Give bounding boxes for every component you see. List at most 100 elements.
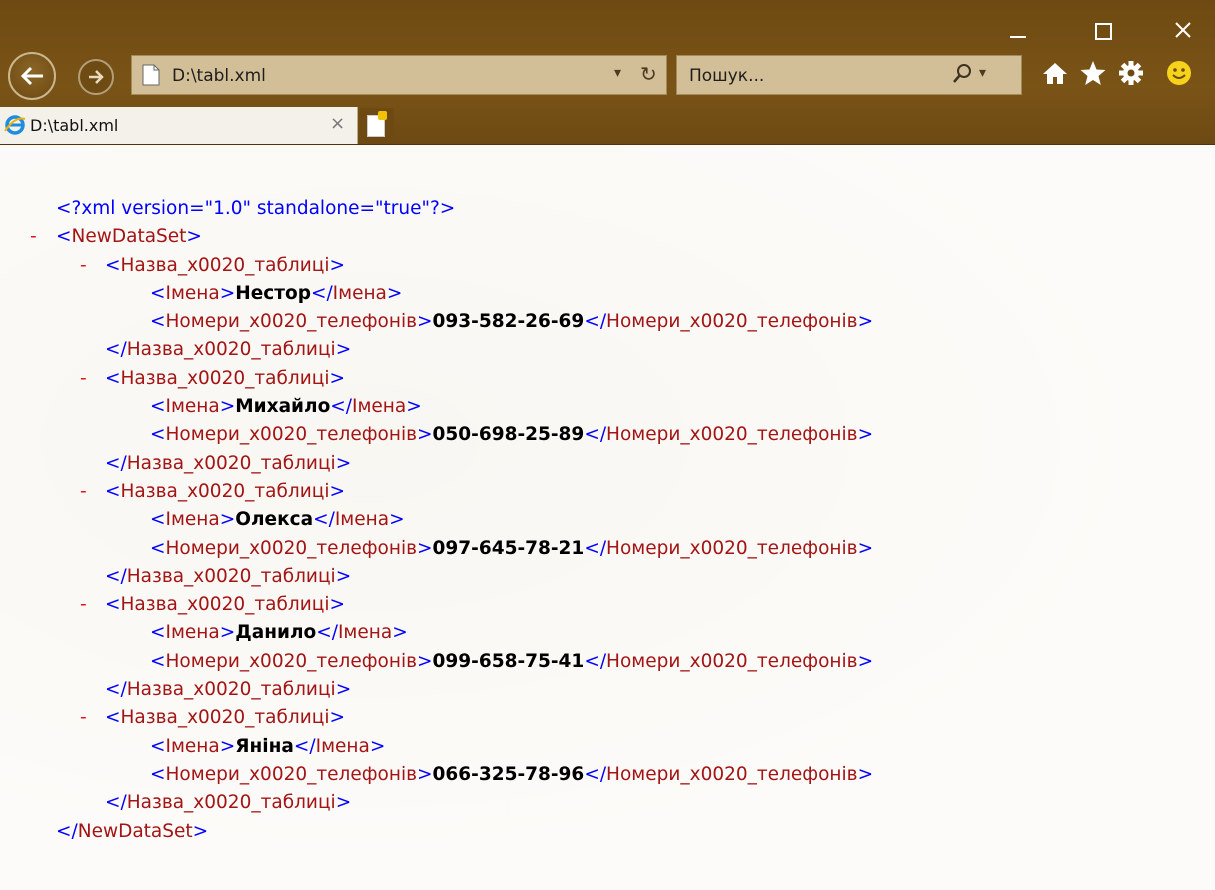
record-close-line: </Назва_x0020_таблиці> <box>105 565 352 587</box>
phone-value: 099-658-75-41 <box>432 650 585 672</box>
phone-tag-name: Номери_x0020_телефонів <box>165 537 418 559</box>
forward-button[interactable] <box>78 59 114 95</box>
address-dropdown-icon[interactable]: ▾ <box>614 65 621 81</box>
search-box[interactable]: Пошук... ▾ <box>676 55 1022 95</box>
maximize-icon <box>1094 23 1112 40</box>
search-placeholder[interactable]: Пошук... <box>689 66 764 86</box>
close-icon <box>1175 22 1191 38</box>
record-open-line: - <Назва_x0020_таблиці> <box>0 704 1215 732</box>
record-open-line: - <Назва_x0020_таблиці> <box>0 365 1215 393</box>
name-tag-name: Імена <box>315 735 370 757</box>
close-tab-icon[interactable]: × <box>330 113 345 134</box>
xml-declaration-line: <?xml version="1.0" standalone="true"?> <box>0 195 1215 223</box>
name-value: Олекса <box>235 509 314 531</box>
phone-tag-name: Номери_x0020_телефонів <box>165 763 418 785</box>
collapse-toggle[interactable]: - <box>80 478 87 506</box>
row-tag-name: Назва_x0020_таблиці <box>126 565 336 587</box>
row-tag-name: Назва_x0020_таблиці <box>120 367 330 389</box>
name-line: <Імена>Нестор</Імена> <box>150 282 403 304</box>
row-tag-name: Назва_x0020_таблиці <box>126 339 336 361</box>
name-tag-name: Імена <box>334 509 390 531</box>
phone-line: <Номери_x0020_телефонів>097-645-78-21</Н… <box>150 537 874 559</box>
name-tag-name: Імена <box>165 396 220 418</box>
phone-tag-name: Номери_x0020_телефонів <box>165 311 418 333</box>
collapse-toggle[interactable]: - <box>80 704 87 732</box>
minimize-icon <box>1010 36 1026 38</box>
browser-chrome: D:\tabl.xml ▾ ↻ Пошук... ▾ D:\tabl.xml × <box>0 0 1215 145</box>
phone-tag-name: Номери_x0020_телефонів <box>606 650 858 672</box>
collapse-toggle[interactable]: - <box>80 252 87 280</box>
row-tag-name: Назва_x0020_таблиці <box>120 594 330 616</box>
phone-line: <Номери_x0020_телефонів>066-325-78-96</Н… <box>150 763 874 785</box>
phone-tag-name: Номери_x0020_телефонів <box>165 650 418 672</box>
phone-tag-name: Номери_x0020_телефонів <box>606 424 858 446</box>
collapse-toggle[interactable]: - <box>30 223 37 251</box>
star-icon[interactable] <box>1078 58 1108 88</box>
phone-line: <Номери_x0020_телефонів>093-582-26-69</Н… <box>150 311 874 333</box>
name-line: <Імена>Олекса</Імена> <box>150 509 405 531</box>
name-tag-name: Імена <box>165 735 220 757</box>
name-tag-name: Імена <box>165 622 220 644</box>
record-open-line: - <Назва_x0020_таблиці> <box>0 591 1215 619</box>
back-arrow-icon <box>20 66 43 86</box>
name-value: Данило <box>235 622 317 644</box>
new-tab-spark-icon <box>378 111 387 120</box>
new-tab-button[interactable] <box>360 108 394 142</box>
name-value: Михайло <box>235 396 331 418</box>
search-dropdown-icon[interactable]: ▾ <box>979 65 986 81</box>
smiley-icon[interactable] <box>1164 58 1194 88</box>
browser-window: D:\tabl.xml ▾ ↻ Пошук... ▾ D:\tabl.xml ×… <box>0 0 1215 890</box>
phone-value: 093-582-26-69 <box>432 311 585 333</box>
collapse-toggle[interactable]: - <box>80 591 87 619</box>
minimize-button[interactable] <box>995 14 1041 46</box>
back-button[interactable] <box>8 52 56 100</box>
gear-icon[interactable] <box>1116 58 1146 88</box>
root-open-line: - <NewDataSet> <box>0 223 1215 251</box>
record-close-line: </Назва_x0020_таблиці> <box>105 679 352 701</box>
maximize-button[interactable] <box>1080 14 1126 46</box>
home-icon[interactable] <box>1040 58 1070 88</box>
phone-tag-name: Номери_x0020_телефонів <box>606 311 858 333</box>
xml-document: <?xml version="1.0" standalone="true"?> … <box>0 145 1215 890</box>
root-tag-name: NewDataSet <box>77 820 193 842</box>
name-tag-name: Імена <box>165 282 220 304</box>
name-tag-name: Імена <box>352 396 407 418</box>
phone-line: <Номери_x0020_телефонів>050-698-25-89</Н… <box>150 424 874 446</box>
name-tag-name: Імена <box>337 622 393 644</box>
row-tag-name: Назва_x0020_таблиці <box>126 792 336 814</box>
row-tag-name: Назва_x0020_таблиці <box>126 679 336 701</box>
collapse-toggle[interactable]: - <box>80 365 87 393</box>
record-open-line: - <Назва_x0020_таблиці> <box>0 252 1215 280</box>
row-tag-name: Назва_x0020_таблиці <box>120 254 330 276</box>
root-close-line: </NewDataSet> <box>56 820 209 842</box>
refresh-icon[interactable]: ↻ <box>640 62 657 86</box>
name-value: Нестор <box>235 282 311 304</box>
name-line: <Імена>Данило</Імена> <box>150 622 408 644</box>
address-url[interactable]: D:\tabl.xml <box>172 66 266 86</box>
phone-tag-name: Номери_x0020_телефонів <box>606 763 858 785</box>
record-list: - <Назва_x0020_таблиці> <Імена>Нестор</Іме… <box>0 252 1215 818</box>
row-tag-name: Назва_x0020_таблиці <box>120 480 330 502</box>
close-window-button[interactable] <box>1160 14 1206 46</box>
name-line: <Імена>Михайло</Імена> <box>150 396 422 418</box>
record-open-line: - <Назва_x0020_таблиці> <box>0 478 1215 506</box>
row-tag-name: Назва_x0020_таблиці <box>120 707 330 729</box>
phone-line: <Номери_x0020_телефонів>099-658-75-41</Н… <box>150 650 874 672</box>
search-icon[interactable] <box>951 62 973 86</box>
page-icon <box>142 64 160 86</box>
phone-value: 066-325-78-96 <box>432 763 585 785</box>
xml-tree: <?xml version="1.0" standalone="true"?> … <box>0 195 1215 846</box>
tab-tabl-xml[interactable]: D:\tabl.xml × <box>0 107 358 144</box>
name-line: <Імена>Яніна</Імена> <box>150 735 386 757</box>
record-close-line: </Назва_x0020_таблиці> <box>105 452 352 474</box>
tab-strip: D:\tabl.xml × <box>0 107 1215 144</box>
record-close-line: </Назва_x0020_таблиці> <box>105 339 352 361</box>
record-close-line: </Назва_x0020_таблиці> <box>105 792 352 814</box>
phone-tag-name: Номери_x0020_телефонів <box>606 537 858 559</box>
forward-arrow-icon <box>89 70 104 84</box>
ie-icon <box>4 115 26 135</box>
phone-tag-name: Номери_x0020_телефонів <box>165 424 418 446</box>
xml-declaration: <?xml version="1.0" standalone="true"?> <box>56 198 456 219</box>
name-tag-name: Імена <box>332 282 387 304</box>
address-bar[interactable]: D:\tabl.xml ▾ ↻ <box>131 55 667 95</box>
